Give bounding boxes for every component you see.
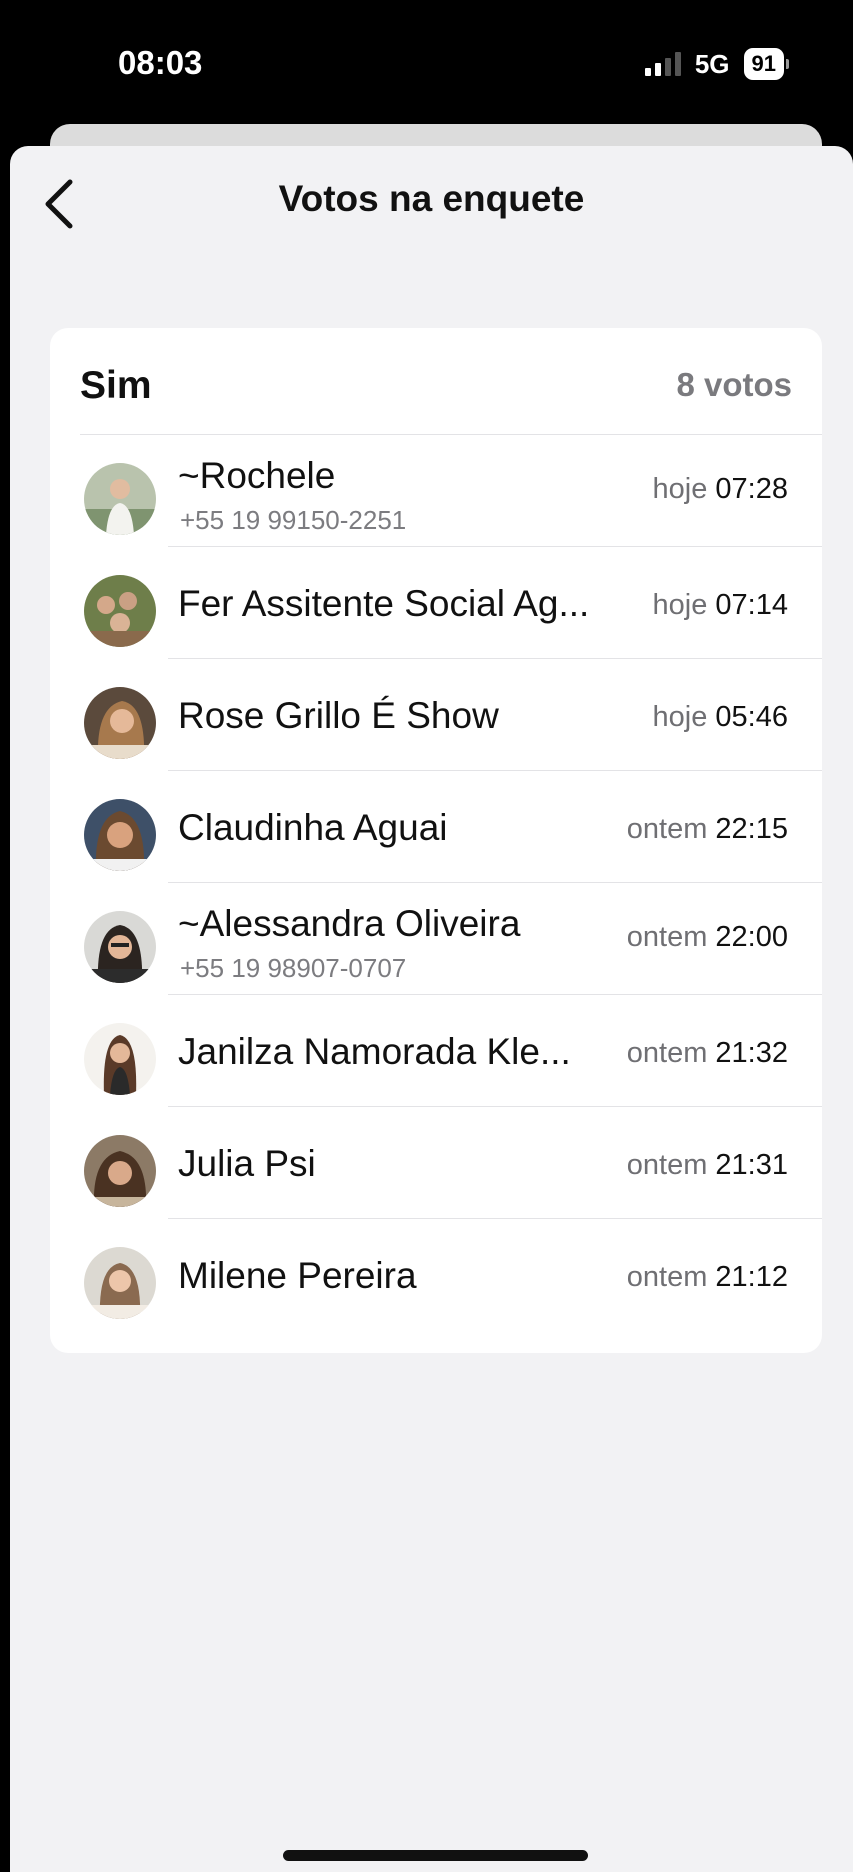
voter-row[interactable]: ~Alessandra Oliveira +55 19 98907-0707 o… — [50, 883, 822, 995]
avatar — [84, 911, 156, 983]
voter-phone: +55 19 99150-2251 — [180, 505, 407, 535]
page-title: Votos na enquete — [278, 178, 585, 219]
voter-row[interactable]: Claudinha Aguai ontem 22:15 — [50, 771, 822, 883]
home-indicator[interactable] — [283, 1850, 588, 1861]
option-label: Sim — [80, 364, 152, 407]
avatar — [84, 575, 156, 647]
vote-time: ontem 22:15 — [626, 813, 788, 845]
voter-row[interactable]: Rose Grillo É Show hoje 05:46 — [50, 659, 822, 771]
signal-icon — [644, 52, 681, 76]
voter-name: Julia Psi — [178, 1143, 316, 1184]
vote-time: hoje 07:14 — [652, 589, 788, 621]
vote-time: ontem 22:00 — [626, 921, 788, 953]
network-type: 5G — [694, 48, 730, 79]
voter-name: Fer Assitente Social Ag... — [178, 583, 590, 624]
status-time: 08:03 — [118, 44, 203, 81]
vote-time: ontem 21:32 — [626, 1037, 788, 1069]
voter-name: Janilza Namorada Kle... — [178, 1031, 571, 1072]
voter-row[interactable]: Janilza Namorada Kle... ontem 21:32 — [50, 995, 822, 1107]
voter-row[interactable]: Julia Psi ontem 21:31 — [50, 1107, 822, 1219]
avatar — [84, 687, 156, 759]
status-bar: 08:03 5G 91 — [0, 0, 853, 130]
avatar — [84, 1247, 156, 1319]
vote-time: hoje 07:28 — [652, 473, 788, 505]
voter-name: Rose Grillo É Show — [178, 695, 499, 736]
option-header: Sim 8 votos — [80, 328, 822, 435]
battery-icon: 91 — [743, 48, 789, 80]
vote-time: ontem 21:12 — [626, 1261, 788, 1293]
voter-phone: +55 19 98907-0707 — [180, 953, 407, 983]
nav-bar: Votos na enquete — [10, 146, 853, 256]
voter-row[interactable]: Fer Assitente Social Ag... hoje 07:14 — [50, 547, 822, 659]
poll-option-card: Sim 8 votos ~Rochele +55 19 99150-2251 h… — [50, 328, 822, 1353]
vote-count: 8 votos — [676, 366, 792, 403]
avatar — [84, 463, 156, 535]
vote-time: hoje 05:46 — [652, 701, 788, 733]
voter-name: Claudinha Aguai — [178, 807, 448, 848]
avatar — [84, 1023, 156, 1095]
poll-votes-sheet: Votos na enquete Sim 8 votos ~Rochele +5… — [10, 146, 853, 1872]
vote-time: ontem 21:31 — [626, 1149, 788, 1181]
voter-name: Milene Pereira — [178, 1255, 417, 1296]
voter-row[interactable]: Milene Pereira ontem 21:12 — [50, 1219, 822, 1331]
voter-row[interactable]: ~Rochele +55 19 99150-2251 hoje 07:28 — [50, 435, 822, 547]
avatar — [84, 799, 156, 871]
status-indicators: 5G 91 — [644, 44, 789, 84]
voter-name: ~Alessandra Oliveira — [178, 903, 521, 944]
avatar — [84, 1135, 156, 1207]
battery-level: 91 — [743, 48, 784, 80]
voter-name: ~Rochele — [178, 455, 336, 496]
